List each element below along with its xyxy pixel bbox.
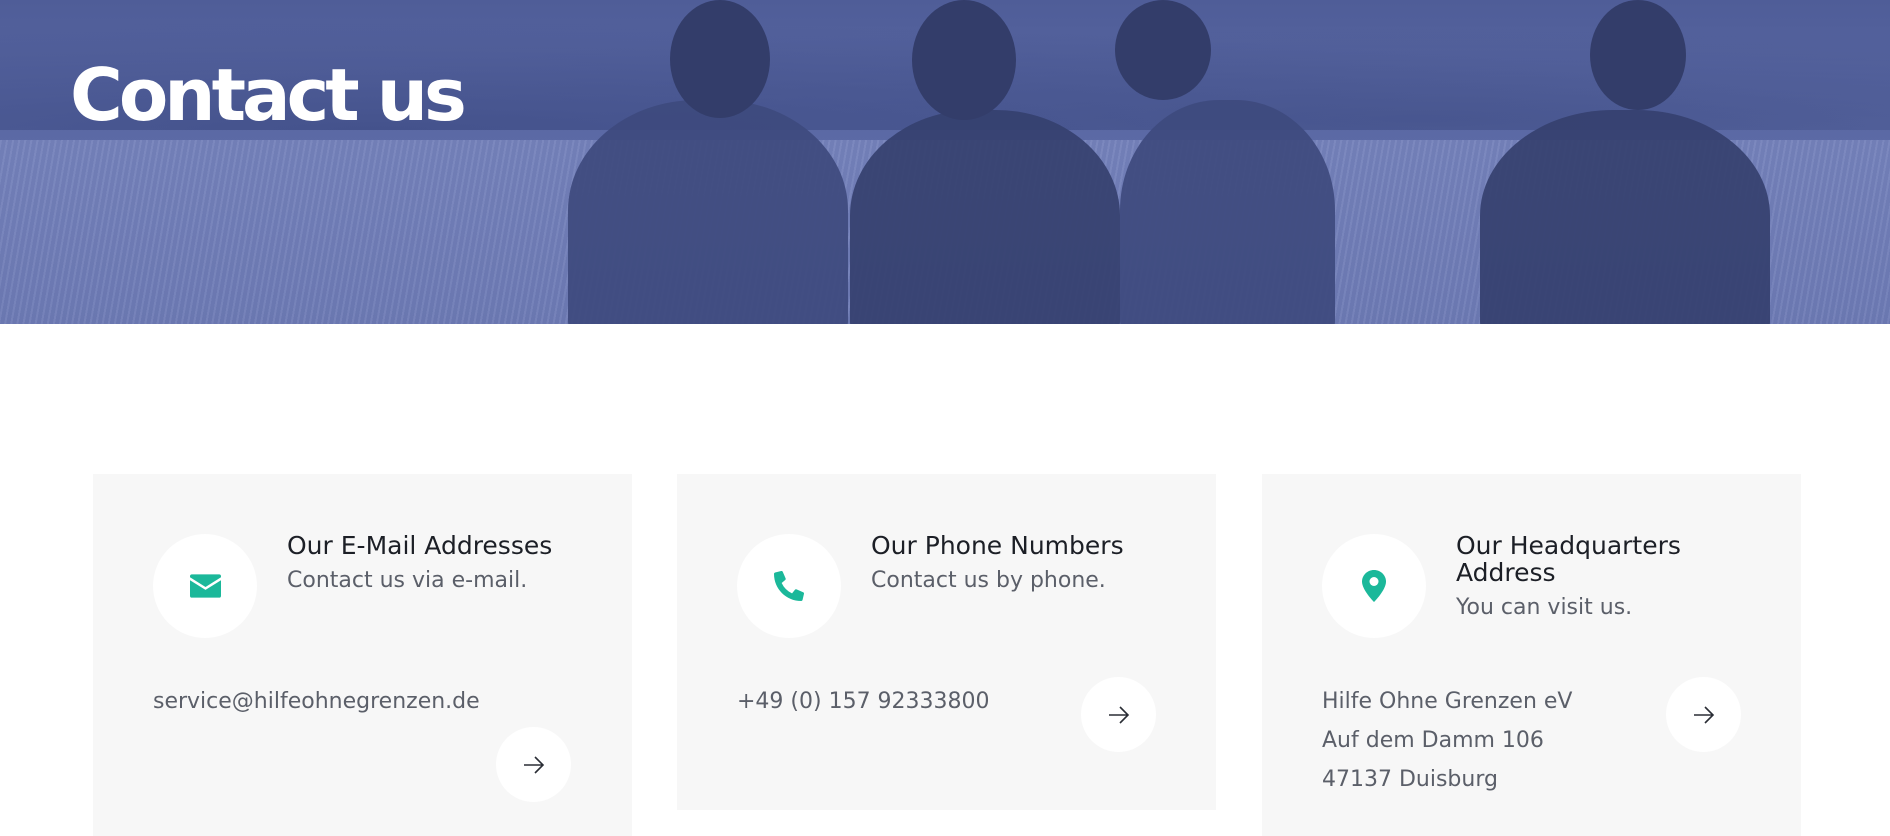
email-address-link[interactable]: service@hilfeohnegrenzen.de — [153, 682, 480, 721]
address-card-body: Hilfe Ohne Grenzen eV Auf dem Damm 106 4… — [1322, 682, 1572, 799]
envelope-icon — [189, 574, 221, 598]
phone-contact-card: Our Phone Numbers Contact us by phone. +… — [677, 474, 1216, 810]
address-contact-card: Our Headquarters Address You can visit u… — [1262, 474, 1801, 836]
phone-card-title: Our Phone Numbers — [871, 531, 1124, 560]
hero-photo-child-1 — [568, 100, 848, 324]
hero-banner: Contact us — [0, 0, 1890, 324]
page-title: Contact us — [70, 53, 467, 137]
address-line-organization: Hilfe Ohne Grenzen eV — [1322, 689, 1573, 714]
phone-arrow-button[interactable] — [1081, 677, 1156, 752]
hero-photo-child-3 — [1120, 100, 1335, 324]
arrow-right-icon — [1693, 705, 1714, 724]
address-icon-badge — [1322, 534, 1426, 638]
hero-photo-child-2-head — [912, 0, 1016, 120]
address-line-city: 47137 Duisburg — [1322, 767, 1498, 792]
email-icon-badge — [153, 534, 257, 638]
email-contact-card: Our E-Mail Addresses Contact us via e-ma… — [93, 474, 632, 836]
hero-photo-child-1-head — [670, 0, 770, 118]
address-card-title: Our Headquarters Address — [1456, 531, 1681, 587]
email-arrow-button[interactable] — [496, 727, 571, 802]
phone-card-subtitle: Contact us by phone. — [871, 568, 1106, 593]
address-card-subtitle: You can visit us. — [1456, 595, 1633, 620]
hero-photo-child-2 — [850, 110, 1120, 324]
hero-photo-child-4 — [1480, 110, 1770, 324]
hero-photo-child-4-head — [1590, 0, 1686, 110]
address-arrow-button[interactable] — [1666, 677, 1741, 752]
email-card-body: service@hilfeohnegrenzen.de — [153, 682, 480, 721]
map-pin-icon — [1362, 570, 1386, 602]
phone-card-body: +49 (0) 157 92333800 — [737, 682, 990, 721]
email-card-title: Our E-Mail Addresses — [287, 531, 553, 560]
phone-icon-badge — [737, 534, 841, 638]
address-line-street: Auf dem Damm 106 — [1322, 728, 1544, 753]
phone-icon — [774, 571, 804, 601]
arrow-right-icon — [523, 755, 544, 774]
email-card-subtitle: Contact us via e-mail. — [287, 568, 528, 593]
arrow-right-icon — [1108, 705, 1129, 724]
phone-number-link[interactable]: +49 (0) 157 92333800 — [737, 682, 990, 721]
hero-photo-child-3-head — [1115, 0, 1211, 100]
